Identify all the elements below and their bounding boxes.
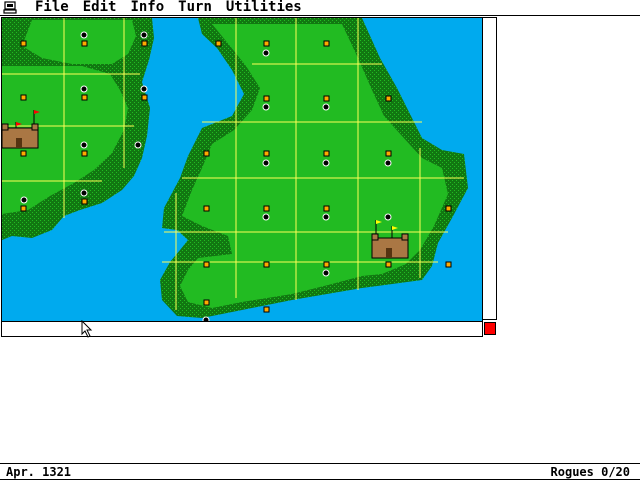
army-marker — [262, 49, 270, 57]
scroll-corner-box[interactable] — [484, 322, 496, 335]
town-marker — [215, 40, 222, 47]
menu-turn[interactable]: Turn — [178, 0, 212, 15]
vertical-scrollbar[interactable] — [483, 17, 497, 320]
town-marker — [20, 150, 27, 157]
army-marker — [262, 159, 270, 167]
army-marker — [140, 31, 148, 39]
town-marker — [203, 261, 210, 268]
menu-file[interactable]: File — [35, 0, 69, 15]
status-rogues: Rogues 0/20 — [550, 465, 630, 479]
army-marker — [20, 196, 28, 204]
army-marker — [322, 213, 330, 221]
army-marker — [134, 141, 142, 149]
army-marker — [322, 159, 330, 167]
town-marker — [385, 95, 392, 102]
map-window[interactable] — [1, 17, 483, 337]
army-marker — [262, 103, 270, 111]
army-marker — [80, 189, 88, 197]
town-marker — [445, 261, 452, 268]
town-marker — [445, 205, 452, 212]
army-marker — [322, 269, 330, 277]
town-marker — [323, 150, 330, 157]
menu-utilities[interactable]: Utilities — [226, 0, 302, 15]
status-bar: Apr. 1321 Rogues 0/20 — [0, 463, 640, 480]
town-marker — [323, 95, 330, 102]
town-marker — [81, 40, 88, 47]
menu-edit[interactable]: Edit — [83, 0, 117, 15]
town-marker — [323, 40, 330, 47]
town-marker — [263, 306, 270, 313]
town-marker — [323, 261, 330, 268]
army-marker — [384, 159, 392, 167]
map-canvas[interactable] — [2, 18, 482, 321]
town-marker — [203, 205, 210, 212]
town-marker — [20, 94, 27, 101]
town-marker — [263, 261, 270, 268]
town-marker — [263, 150, 270, 157]
army-marker — [140, 85, 148, 93]
army-marker — [384, 213, 392, 221]
army-marker — [322, 103, 330, 111]
town-marker — [385, 150, 392, 157]
army-marker — [262, 213, 270, 221]
town-marker — [263, 40, 270, 47]
town-marker — [20, 205, 27, 212]
army-marker — [80, 31, 88, 39]
town-marker — [203, 299, 210, 306]
town-marker — [323, 205, 330, 212]
town-marker — [141, 94, 148, 101]
town-marker — [263, 95, 270, 102]
town-marker — [263, 205, 270, 212]
army-marker — [80, 141, 88, 149]
menu-info[interactable]: Info — [130, 0, 164, 15]
menu-bar: File Edit Info Turn Utilities — [0, 0, 640, 16]
town-marker — [81, 150, 88, 157]
computer-icon[interactable] — [3, 0, 17, 15]
army-marker — [80, 85, 88, 93]
horizontal-scrollbar[interactable] — [1, 321, 483, 337]
status-date: Apr. 1321 — [6, 465, 72, 479]
town-marker — [385, 261, 392, 268]
town-marker — [81, 94, 88, 101]
town-marker — [81, 198, 88, 205]
town-marker — [20, 40, 27, 47]
town-marker — [203, 150, 210, 157]
arrow-cursor-icon — [81, 320, 93, 338]
town-marker — [141, 40, 148, 47]
